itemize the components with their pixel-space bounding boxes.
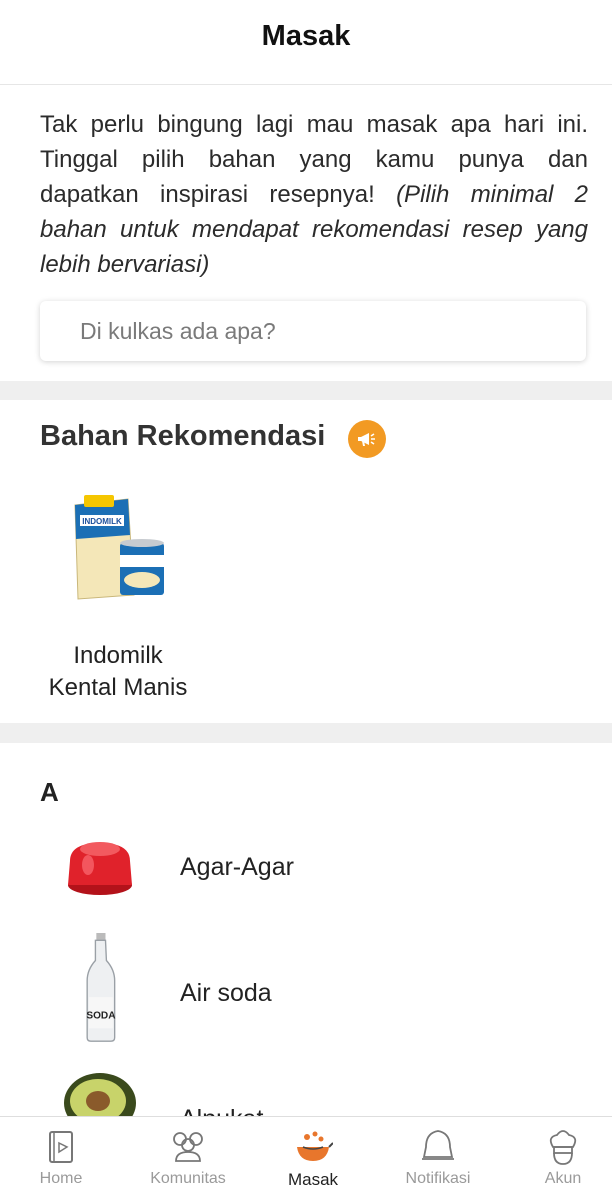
list-item[interactable]: Agar-Agar: [0, 813, 612, 923]
megaphone-icon: [348, 420, 386, 458]
community-icon: [173, 1132, 203, 1162]
soda-label-text: SODA: [86, 1010, 116, 1021]
section-divider: [0, 381, 612, 400]
recommended-section: Bahan Rekomendasi INDOMILK Indomilk Kent…: [0, 400, 612, 723]
nav-home[interactable]: Home: [0, 1117, 122, 1201]
ingredient-label: Air soda: [180, 979, 272, 1007]
ingredient-label: Agar-Agar: [180, 853, 294, 881]
letter-header: A: [40, 777, 59, 807]
chef-hat-icon: [549, 1130, 577, 1165]
nav-masak[interactable]: Masak: [252, 1117, 374, 1201]
nav-label-masak: Masak: [287, 1170, 339, 1189]
recommended-item-label-line1: Indomilk: [73, 642, 163, 669]
home-icon: [49, 1131, 73, 1163]
nav-label-home: Home: [39, 1170, 83, 1187]
nav-notifikasi[interactable]: Notifikasi: [377, 1117, 499, 1201]
bottom-navigation: Home Komunitas Masak Notifikasi Akun: [0, 1116, 612, 1201]
ingredient-search-input[interactable]: [78, 316, 562, 346]
nav-label-komunitas: Komunitas: [150, 1170, 226, 1187]
section-divider: [0, 723, 612, 743]
intro-section: Tak perlu bingung lagi mau masak apa har…: [0, 85, 612, 381]
soda-bottle-icon: SODA: [86, 933, 116, 1042]
list-item[interactable]: Alpukat: [0, 1063, 612, 1116]
intro-description: Tak perlu bingung lagi mau masak apa har…: [40, 107, 588, 282]
page-title: Masak: [261, 19, 351, 52]
recommended-item-label-line2: Kental Manis: [48, 674, 188, 701]
indomilk-product-image: INDOMILK: [74, 495, 164, 600]
recommended-title: Bahan Rekomendasi: [40, 420, 326, 452]
avocado-icon: [64, 1073, 136, 1116]
jelly-icon: [68, 842, 132, 895]
indomilk-pack-text: INDOMILK: [82, 517, 122, 526]
app-header: Masak: [0, 0, 612, 85]
ingredient-list: A Agar-Agar SODA Air soda Alpukat: [0, 743, 612, 1116]
nav-akun[interactable]: Akun: [502, 1117, 612, 1201]
nav-label-akun: Akun: [544, 1170, 582, 1187]
bell-icon: [422, 1130, 454, 1160]
nav-label-notifikasi: Notifikasi: [405, 1170, 471, 1187]
ingredient-label: Alpukat: [180, 1105, 263, 1116]
list-item[interactable]: SODA Air soda: [0, 933, 612, 1043]
wok-icon: [297, 1131, 333, 1161]
recommended-item-label: Indomilk Kental Manis: [40, 640, 196, 704]
nav-komunitas[interactable]: Komunitas: [127, 1117, 249, 1201]
search-box[interactable]: [40, 301, 586, 361]
